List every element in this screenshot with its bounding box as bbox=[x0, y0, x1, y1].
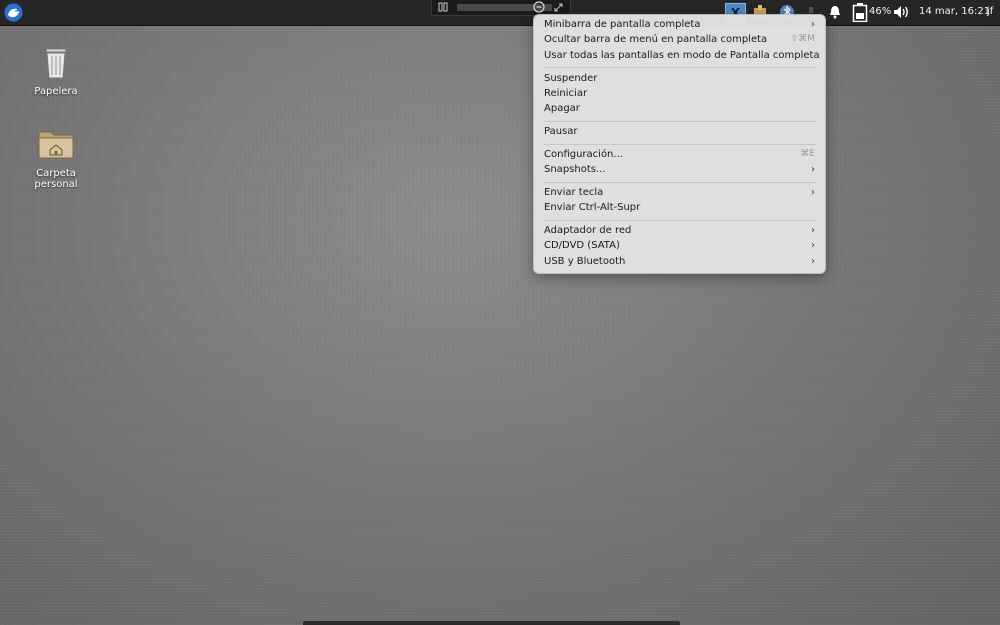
menu-item-label: Apagar bbox=[544, 103, 580, 114]
desktop-icon-label: Papelera bbox=[34, 86, 78, 97]
desktop-background bbox=[0, 0, 1000, 625]
menu-separator bbox=[544, 220, 816, 221]
menu-item-label: Reiniciar bbox=[544, 88, 588, 99]
menu-item-label: CD/DVD (SATA) bbox=[544, 240, 620, 251]
menu-shortcut: ⌘E bbox=[800, 149, 815, 159]
menu-item-snapshots[interactable]: Snapshots... › bbox=[534, 163, 825, 178]
bell-notifications-icon[interactable] bbox=[827, 4, 843, 20]
chevron-right-icon: › bbox=[811, 256, 815, 267]
desktop-icon-trash[interactable]: Papelera bbox=[21, 42, 91, 97]
top-panel: X 46% 14 mar, 16:21 jf bbox=[0, 0, 1000, 26]
whisker-menu-icon[interactable] bbox=[4, 3, 23, 22]
menu-item-label: USB y Bluetooth bbox=[544, 256, 626, 267]
vm-context-menu: Minibarra de pantalla completa › Ocultar… bbox=[533, 14, 826, 274]
menu-shortcut: ⇧⌘M bbox=[790, 34, 815, 44]
clock[interactable]: 14 mar, 16:21 bbox=[919, 6, 990, 17]
menu-separator bbox=[544, 144, 816, 145]
pause-icon[interactable] bbox=[438, 2, 448, 12]
desktop-icon-home-folder[interactable]: Carpeta personal bbox=[21, 124, 91, 190]
chevron-right-icon: › bbox=[811, 187, 815, 198]
minus-circle-icon[interactable] bbox=[533, 1, 545, 13]
home-folder-icon bbox=[36, 124, 76, 164]
trash-icon bbox=[36, 42, 76, 82]
menu-item-hide-menubar[interactable]: Ocultar barra de menú en pantalla comple… bbox=[534, 33, 825, 48]
chevron-right-icon: › bbox=[811, 164, 815, 175]
menu-separator bbox=[544, 67, 816, 68]
battery-icon[interactable] bbox=[852, 3, 868, 23]
menu-item-label: Minibarra de pantalla completa bbox=[544, 19, 701, 30]
menu-item-shutdown[interactable]: Apagar bbox=[534, 102, 825, 117]
chevron-right-icon: › bbox=[811, 19, 815, 30]
menu-item-label: Pausar bbox=[544, 126, 578, 137]
menu-item-fullscreen-minibar[interactable]: Minibarra de pantalla completa › bbox=[534, 18, 825, 33]
menu-item-send-key[interactable]: Enviar tecla › bbox=[534, 186, 825, 201]
resize-arrows-icon[interactable] bbox=[553, 2, 564, 13]
menu-item-label: Suspender bbox=[544, 73, 598, 84]
menu-item-usb-bluetooth[interactable]: USB y Bluetooth › bbox=[534, 255, 825, 270]
menu-item-label: Adaptador de red bbox=[544, 225, 632, 236]
menu-separator bbox=[544, 182, 816, 183]
menu-item-network-adapter[interactable]: Adaptador de red › bbox=[534, 224, 825, 239]
menu-item-label: Configuración... bbox=[544, 149, 623, 160]
menu-item-send-ctrl-alt-del[interactable]: Enviar Ctrl-Alt-Supr bbox=[534, 201, 825, 216]
menu-item-cd-dvd[interactable]: CD/DVD (SATA) › bbox=[534, 239, 825, 254]
user-menu[interactable]: jf bbox=[987, 6, 993, 17]
menu-item-pause[interactable]: Pausar bbox=[534, 125, 825, 140]
battery-percentage: 46% bbox=[869, 6, 892, 17]
menu-separator bbox=[544, 121, 816, 122]
bottom-dock-edge[interactable] bbox=[303, 621, 680, 625]
chevron-right-icon: › bbox=[811, 225, 815, 236]
menu-item-label: Snapshots... bbox=[544, 164, 606, 175]
menu-item-label: Ocultar barra de menú en pantalla comple… bbox=[544, 34, 768, 45]
menu-item-label: Usar todas las pantallas en modo de Pant… bbox=[544, 50, 820, 61]
volume-icon[interactable] bbox=[892, 4, 912, 20]
menu-item-use-all-displays[interactable]: Usar todas las pantallas en modo de Pant… bbox=[534, 49, 825, 64]
menu-item-label: Enviar Ctrl-Alt-Supr bbox=[544, 202, 641, 213]
menu-item-configuration[interactable]: Configuración... ⌘E bbox=[534, 148, 825, 163]
menu-item-suspend[interactable]: Suspender bbox=[534, 72, 825, 87]
menu-item-label: Enviar tecla bbox=[544, 187, 604, 198]
desktop-icon-label: Carpeta personal bbox=[34, 168, 78, 190]
menu-item-restart[interactable]: Reiniciar bbox=[534, 87, 825, 102]
chevron-right-icon: › bbox=[811, 240, 815, 251]
